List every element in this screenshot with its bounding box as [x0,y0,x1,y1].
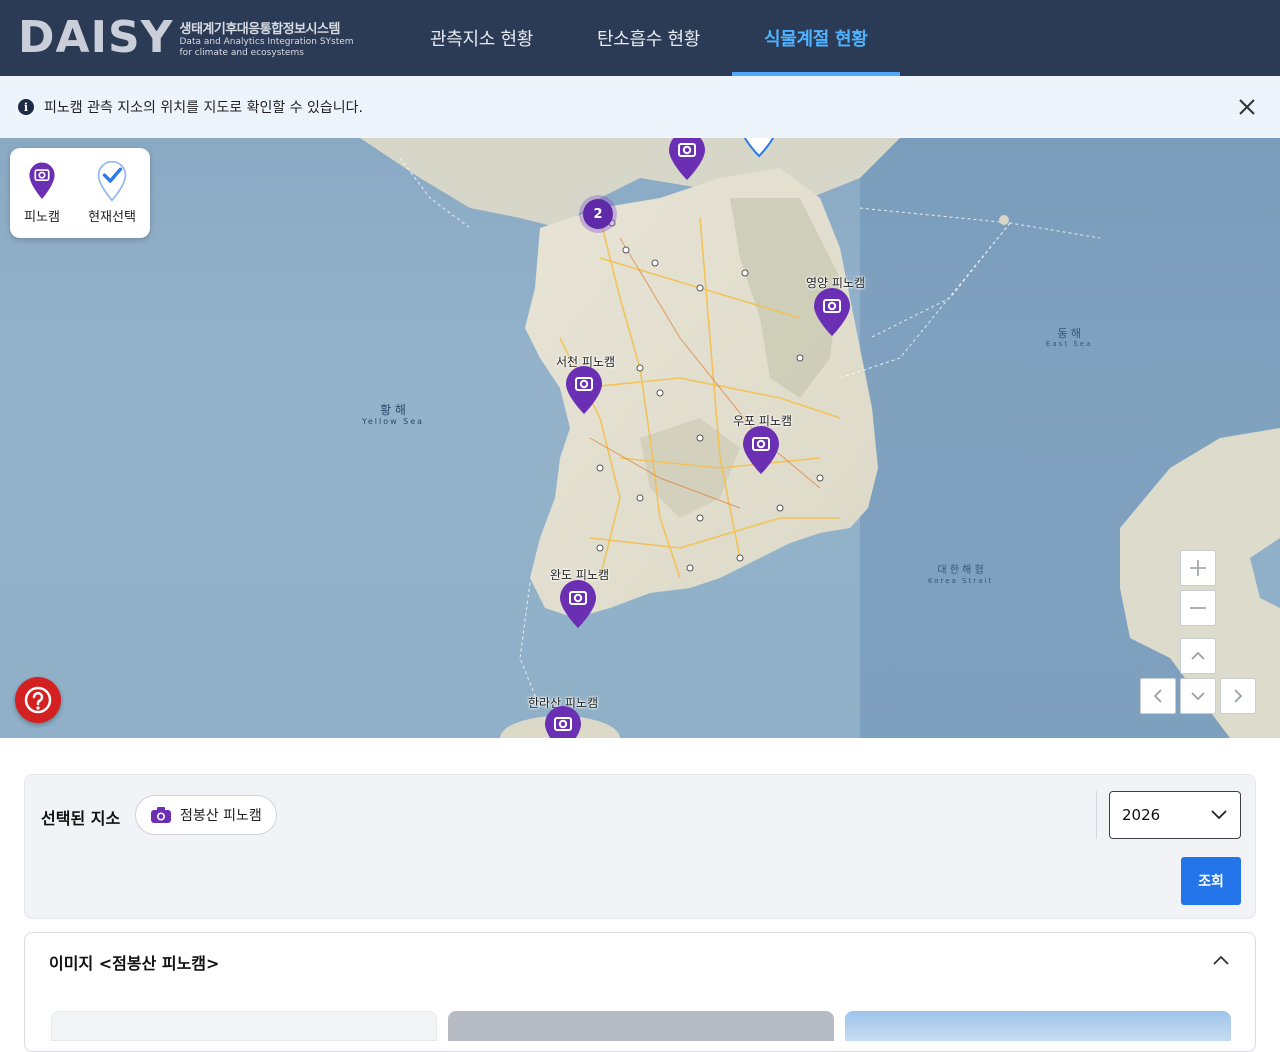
camera-icon [151,807,171,823]
top-header: DAISY 생태계기후대응통합정보시스템 Data and Analytics … [0,0,1280,76]
chevron-down-icon [1191,692,1205,701]
logo-english-line2: for climate and ecosystems [179,47,304,58]
yellow-sea-label: 황 해 Yellow Sea [362,404,424,428]
map-view[interactable]: 황 해 Yellow Sea 동 해 East Sea 대 한 해 협 Kore… [0,138,1280,738]
close-icon[interactable] [1236,96,1258,118]
logo-subtitle: 생태계기후대응통합정보시스템 Data and Analytics Integr… [180,18,354,59]
minus-icon [1190,607,1206,609]
chevron-right-icon [1234,689,1243,703]
zoom-out-button[interactable] [1180,590,1216,626]
selected-site-chip-label: 점봉산 피노캠 [180,808,262,824]
phenocam-marker[interactable] [667,138,707,182]
question-icon [24,686,52,714]
tab-plant-phenology[interactable]: 식물계절 현황 [731,0,900,76]
current-selection-marker-icon [97,160,127,202]
tab-observation-sites[interactable]: 관측지소 현황 [398,0,565,76]
chevron-up-icon[interactable] [1211,951,1231,971]
image-thumbnail[interactable] [51,1011,437,1041]
daisy-logo[interactable]: DAISY 생태계기후대응통합정보시스템 Data and Analytics … [18,14,354,62]
info-icon: i [18,99,34,115]
image-section-title: 이미지 <점봉산 피노캠> [49,954,220,973]
year-select-value: 2026 [1122,806,1161,824]
chevron-up-icon [1191,651,1205,660]
korea-strait-label: 대 한 해 협 Korea Strait [928,566,993,586]
phenocam-marker-yeongyang[interactable] [812,288,852,338]
phenocam-marker-wando[interactable] [558,580,598,630]
notice-text: 피노캠 관측 지소의 위치를 지도로 확인할 수 있습니다. [44,100,363,116]
legend-current-label: 현재선택 [88,210,136,225]
current-selection-marker[interactable] [739,138,779,158]
pan-down-button[interactable] [1180,678,1216,714]
chevron-left-icon [1153,689,1162,703]
strait-ko: 대 한 해 협 [937,565,984,576]
legend-phenocam[interactable]: 피노캠 [24,160,60,238]
image-thumbnail[interactable] [448,1011,834,1041]
query-button[interactable]: 조회 [1181,857,1241,905]
yellow-sea-ko: 황 해 [380,403,406,417]
image-thumbnail[interactable] [845,1011,1231,1041]
main-nav: 관측지소 현황 탄소흡수 현황 식물계절 현황 [398,0,900,76]
logo-wordmark: DAISY [18,12,174,63]
east-sea-en: East Sea [1046,340,1093,348]
tab-carbon-absorption[interactable]: 탄소흡수 현황 [565,0,732,76]
phenocam-marker-hallasan[interactable] [543,706,583,738]
strait-en: Korea Strait [928,577,994,585]
legend-current[interactable]: 현재선택 [88,160,136,238]
pan-up-button[interactable] [1180,638,1216,674]
logo-english-line1: Data and Analytics Integration SYstem [179,36,354,47]
image-section: 이미지 <점봉산 피노캠> [24,932,1256,1052]
east-sea-ko: 동 해 [1057,327,1082,340]
marker-cluster[interactable]: 2 [583,199,613,229]
selected-site-title: 선택된 지소 [41,809,121,828]
year-select[interactable]: 2026 [1109,791,1241,839]
pan-left-button[interactable] [1140,678,1176,714]
help-button[interactable] [15,677,61,723]
selected-site-chip[interactable]: 점봉산 피노캠 [135,795,277,835]
logo-korean-title: 생태계기후대응통합정보시스템 [179,21,341,37]
notice-bar: i 피노캠 관측 지소의 위치를 지도로 확인할 수 있습니다. [0,76,1280,138]
legend-phenocam-label: 피노캠 [24,210,60,225]
selection-panel: 선택된 지소 점봉산 피노캠 2026 조회 [24,774,1256,919]
phenocam-marker-seocheon[interactable] [564,366,604,416]
map-basemap [360,138,1280,738]
map-legend: 피노캠 현재선택 [10,148,150,238]
pan-right-button[interactable] [1220,678,1256,714]
east-sea-label: 동 해 East Sea [1046,328,1092,350]
chevron-down-icon [1211,810,1227,820]
plus-icon [1190,560,1206,576]
zoom-in-button[interactable] [1180,550,1216,586]
phenocam-marker-icon [27,160,57,202]
phenocam-marker-upo[interactable] [741,426,781,476]
panel-divider [1096,791,1097,839]
yellow-sea-en: Yellow Sea [362,417,425,426]
